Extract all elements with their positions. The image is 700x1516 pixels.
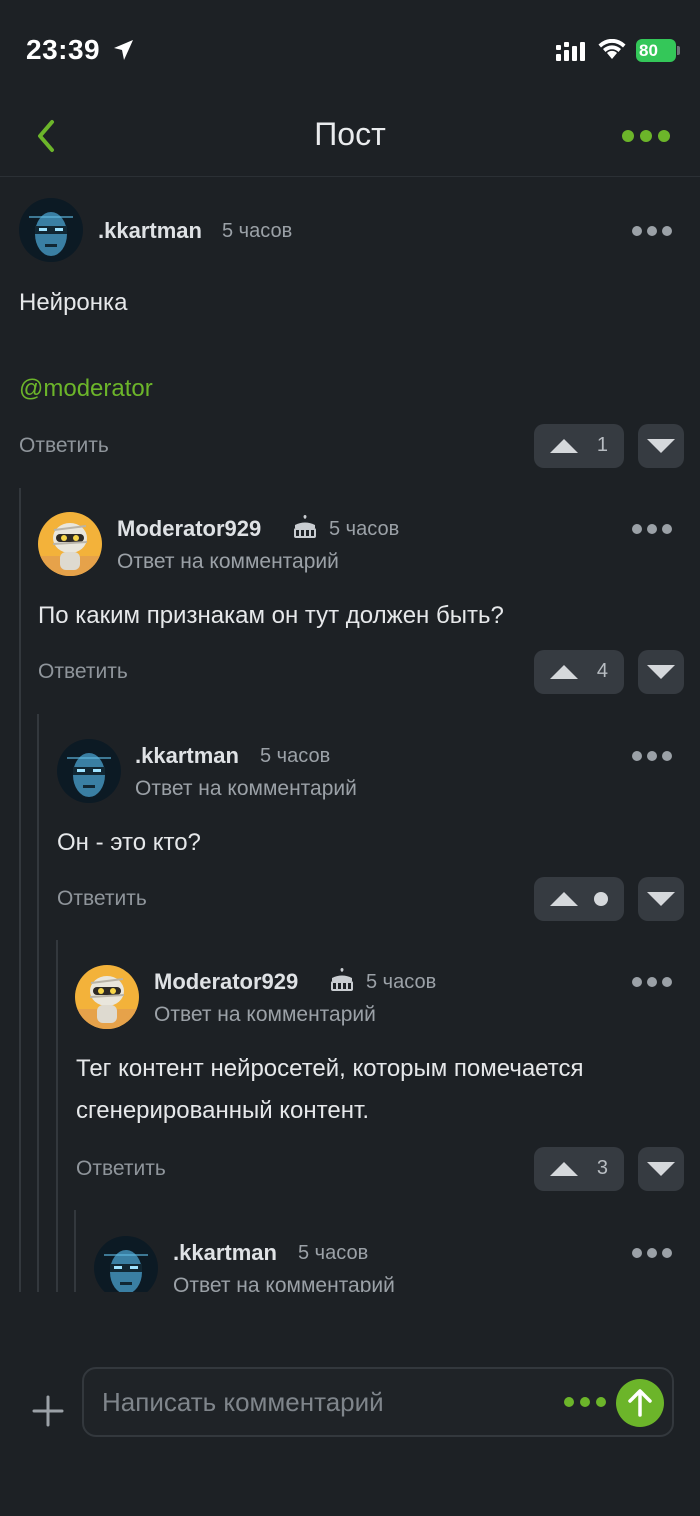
comment-more-icon[interactable] — [632, 977, 672, 987]
reply-to-label[interactable]: Ответ на комментарий — [135, 777, 357, 801]
reply-to-label[interactable]: Ответ на комментарий — [117, 550, 339, 574]
arrow-down-icon — [647, 892, 675, 906]
comment-text: Он - это кто? — [57, 829, 201, 856]
more-options-icon[interactable] — [622, 130, 670, 142]
avatar-image — [19, 198, 83, 262]
avatar[interactable] — [38, 512, 102, 576]
username[interactable]: Moderator929 — [154, 969, 298, 995]
comment-text: По каким признакам он тут должен быть? — [38, 602, 504, 629]
avatar[interactable] — [94, 1236, 158, 1292]
username[interactable]: .kkartman — [173, 1240, 277, 1266]
username[interactable]: .kkartman — [135, 743, 239, 769]
cellular-signal-icon — [556, 42, 585, 61]
comment-more-icon[interactable] — [632, 524, 672, 534]
comment-input-placeholder: Написать комментарий — [102, 1387, 384, 1417]
vote-neutral-dot — [594, 892, 608, 906]
avatar[interactable] — [75, 965, 139, 1029]
cake-icon — [294, 515, 316, 538]
vote-count: 1 — [596, 434, 608, 456]
comment-text: Тег контент нейросетей, которым помечает… — [76, 1055, 584, 1124]
avatar-image — [94, 1236, 158, 1292]
username[interactable]: Moderator929 — [117, 516, 261, 542]
battery-tip — [677, 46, 680, 55]
vote-count: 4 — [596, 660, 608, 682]
comment-input[interactable]: Написать комментарий — [82, 1367, 674, 1437]
typing-dots-icon — [564, 1397, 606, 1407]
battery-level: 80 — [639, 41, 658, 60]
comment-more-icon[interactable] — [632, 1248, 672, 1258]
downvote-button[interactable] — [638, 1147, 684, 1191]
comment: .kkartman 5 часов Ответ на комментарий — [0, 1210, 700, 1292]
arrow-down-icon — [647, 1162, 675, 1176]
plus-icon[interactable] — [32, 1395, 64, 1427]
comment-time: 5 часов — [329, 518, 400, 540]
page-title: Пост — [314, 116, 386, 152]
nav-bar: Пост — [0, 100, 700, 177]
upvote-button[interactable] — [534, 877, 624, 921]
arrow-up-icon — [550, 892, 578, 906]
cake-icon — [331, 968, 353, 991]
reply-button[interactable]: Ответить — [57, 887, 147, 911]
downvote-button[interactable] — [638, 424, 684, 468]
avatar[interactable] — [19, 198, 83, 262]
comment-more-icon[interactable] — [632, 226, 672, 236]
status-time: 23:39 — [26, 34, 101, 65]
downvote-button[interactable] — [638, 650, 684, 694]
mention-link[interactable]: @moderator — [19, 375, 153, 403]
thread-line — [19, 488, 21, 1292]
upvote-button[interactable]: 4 — [534, 650, 624, 694]
reply-button[interactable]: Ответить — [38, 660, 128, 684]
location-arrow-icon — [114, 40, 133, 60]
arrow-down-icon — [647, 439, 675, 453]
comment-time: 5 часов — [260, 745, 331, 767]
arrow-up-icon — [550, 1162, 578, 1176]
reply-button[interactable]: Ответить — [76, 1157, 166, 1181]
arrow-up-icon — [550, 665, 578, 679]
send-button[interactable] — [616, 1379, 664, 1427]
comment-text: Нейронка — [19, 289, 128, 316]
wifi-icon — [598, 39, 626, 59]
arrow-down-icon — [647, 665, 675, 679]
reply-to-label[interactable]: Ответ на комментарий — [173, 1274, 395, 1292]
battery-indicator: 80 — [636, 39, 676, 62]
avatar-image — [75, 965, 139, 1029]
comment-time: 5 часов — [222, 220, 293, 242]
avatar-image — [38, 512, 102, 576]
downvote-button[interactable] — [638, 877, 684, 921]
arrow-up-send-icon — [628, 1389, 652, 1417]
username[interactable]: .kkartman — [98, 218, 202, 244]
avatar[interactable] — [57, 739, 121, 803]
reply-button[interactable]: Ответить — [19, 434, 109, 458]
avatar-image — [57, 739, 121, 803]
upvote-button[interactable]: 1 — [534, 424, 624, 468]
reply-to-label[interactable]: Ответ на комментарий — [154, 1003, 376, 1027]
thread-line — [37, 714, 39, 1292]
arrow-up-icon — [550, 439, 578, 453]
upvote-button[interactable]: 3 — [534, 1147, 624, 1191]
comment-more-icon[interactable] — [632, 751, 672, 761]
comment-composer: Написать комментарий — [0, 1345, 700, 1516]
vote-count: 3 — [596, 1157, 608, 1179]
comment-time: 5 часов — [366, 971, 437, 993]
comment-time: 5 часов — [298, 1242, 369, 1264]
status-bar: 23:39 80 — [0, 0, 700, 100]
